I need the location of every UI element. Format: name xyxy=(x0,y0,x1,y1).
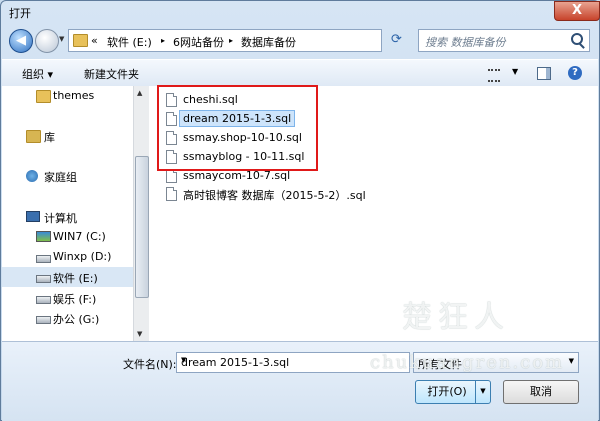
breadcrumb-current[interactable]: 数据库备份 xyxy=(241,34,296,50)
open-options-dropdown-icon[interactable]: ▼ xyxy=(475,381,490,403)
window-title: 打开 xyxy=(9,7,31,20)
file-icon xyxy=(166,187,177,201)
recent-pages-dropdown-icon[interactable]: ▼ xyxy=(59,35,64,43)
open-button[interactable]: 打开(O) ▼ xyxy=(415,380,491,404)
sidebar-item-library[interactable]: 库 xyxy=(2,126,133,146)
file-icon xyxy=(166,169,177,183)
open-file-dialog: 打开 X ◀ ▼ « 软件 (E:) ▸ 6网站备份 ▸ 数据库备份 ▼ ⟳ 搜… xyxy=(0,0,600,421)
sidebar-item-label: 计算机 xyxy=(44,212,77,225)
sidebar-item-label: 办公 (G:) xyxy=(53,313,100,326)
breadcrumb-folder[interactable]: 6网站备份 xyxy=(173,34,224,50)
address-bar[interactable]: « 软件 (E:) ▸ 6网站备份 ▸ 数据库备份 ▼ xyxy=(68,29,435,52)
scrollbar-thumb[interactable] xyxy=(135,156,149,298)
highlight-annotation-box xyxy=(157,85,318,171)
forward-button[interactable] xyxy=(35,29,59,53)
cancel-button[interactable]: 取消 xyxy=(503,380,579,404)
drive-icon xyxy=(36,296,51,304)
library-icon xyxy=(26,130,41,143)
sidebar-item-drive-f[interactable]: 娱乐 (F:) xyxy=(2,288,133,308)
close-button[interactable]: X xyxy=(554,1,600,21)
sidebar-item-drive-g[interactable]: 办公 (G:) xyxy=(2,308,133,328)
refresh-icon[interactable]: ⟳ xyxy=(391,32,402,47)
breadcrumb-separator[interactable]: ▸ xyxy=(229,36,233,45)
open-button-label: 打开(O) xyxy=(427,385,467,398)
search-icon[interactable] xyxy=(571,33,583,45)
sidebar-item-drive-e[interactable]: 软件 (E:) xyxy=(2,267,133,287)
preview-pane-icon[interactable] xyxy=(537,67,551,80)
sidebar-item-drive-c[interactable]: WIN7 (C:) xyxy=(2,227,133,247)
drive-icon xyxy=(36,255,51,263)
help-icon[interactable]: ? xyxy=(568,66,582,80)
drive-icon xyxy=(36,275,51,283)
filename-dropdown-icon[interactable]: ▼ xyxy=(181,356,405,364)
view-options-icon[interactable] xyxy=(488,69,500,82)
filename-field[interactable]: dream 2015-1-3.sql ▼ xyxy=(176,352,410,373)
drive-icon xyxy=(36,231,51,242)
scroll-down-icon[interactable]: ▼ xyxy=(137,330,142,338)
sidebar-item-label: 家庭组 xyxy=(44,171,77,184)
drive-icon xyxy=(36,316,51,324)
navigation-pane: themes 库 家庭组 计算机 WIN7 (C:) Winxp (D:) 软件… xyxy=(2,86,133,341)
folder-icon xyxy=(73,34,88,47)
sidebar-item-drive-d[interactable]: Winxp (D:) xyxy=(2,247,133,267)
filename-label: 文件名(N): xyxy=(123,358,177,371)
sidebar-item-homegroup[interactable]: 家庭组 xyxy=(2,166,133,186)
sidebar-item-label: WIN7 (C:) xyxy=(53,230,106,243)
scroll-up-icon[interactable]: ▲ xyxy=(137,89,142,97)
sidebar-item-computer[interactable]: 计算机 xyxy=(2,207,133,227)
navigation-bar: ◀ ▼ « 软件 (E:) ▸ 6网站备份 ▸ 数据库备份 ▼ ⟳ 搜索 数据库… xyxy=(1,23,599,55)
sidebar-item-label: 库 xyxy=(44,131,55,144)
dialog-footer: 文件名(N): dream 2015-1-3.sql ▼ 所有文件 ▼ 打开(O… xyxy=(2,341,598,421)
organize-button[interactable]: 组织 ▾ xyxy=(22,66,53,82)
computer-icon xyxy=(26,211,40,222)
breadcrumb-separator[interactable]: ▸ xyxy=(161,36,165,45)
sidebar-item-label: Winxp (D:) xyxy=(53,250,112,263)
sidebar-item-label: 娱乐 (F:) xyxy=(53,293,97,306)
sidebar-item-label: themes xyxy=(53,89,95,102)
file-name: 高时银博客 数据库（2015-5-2）.sql xyxy=(183,189,366,202)
chevron-down-icon[interactable]: ▼ xyxy=(569,357,574,365)
search-box[interactable]: 搜索 数据库备份 xyxy=(418,29,590,52)
search-input[interactable]: 搜索 数据库备份 xyxy=(425,34,506,50)
address-overflow[interactable]: « xyxy=(91,34,98,47)
file-type-select[interactable]: 所有文件 ▼ xyxy=(413,352,579,373)
breadcrumb-drive[interactable]: 软件 (E:) xyxy=(107,34,152,50)
navigation-scrollbar[interactable]: ▲ ▼ xyxy=(133,86,149,341)
sidebar-item-themes[interactable]: themes xyxy=(2,86,133,106)
folder-icon xyxy=(36,90,51,103)
new-folder-button[interactable]: 新建文件夹 xyxy=(84,66,139,82)
homegroup-icon xyxy=(26,170,38,182)
view-dropdown-icon[interactable]: ▼ xyxy=(512,67,518,76)
back-button[interactable]: ◀ xyxy=(9,29,33,53)
file-type-value: 所有文件 xyxy=(418,358,462,371)
sidebar-item-label: 软件 (E:) xyxy=(53,272,98,285)
toolbar: 组织 ▾ 新建文件夹 ▼ ? xyxy=(2,59,598,87)
